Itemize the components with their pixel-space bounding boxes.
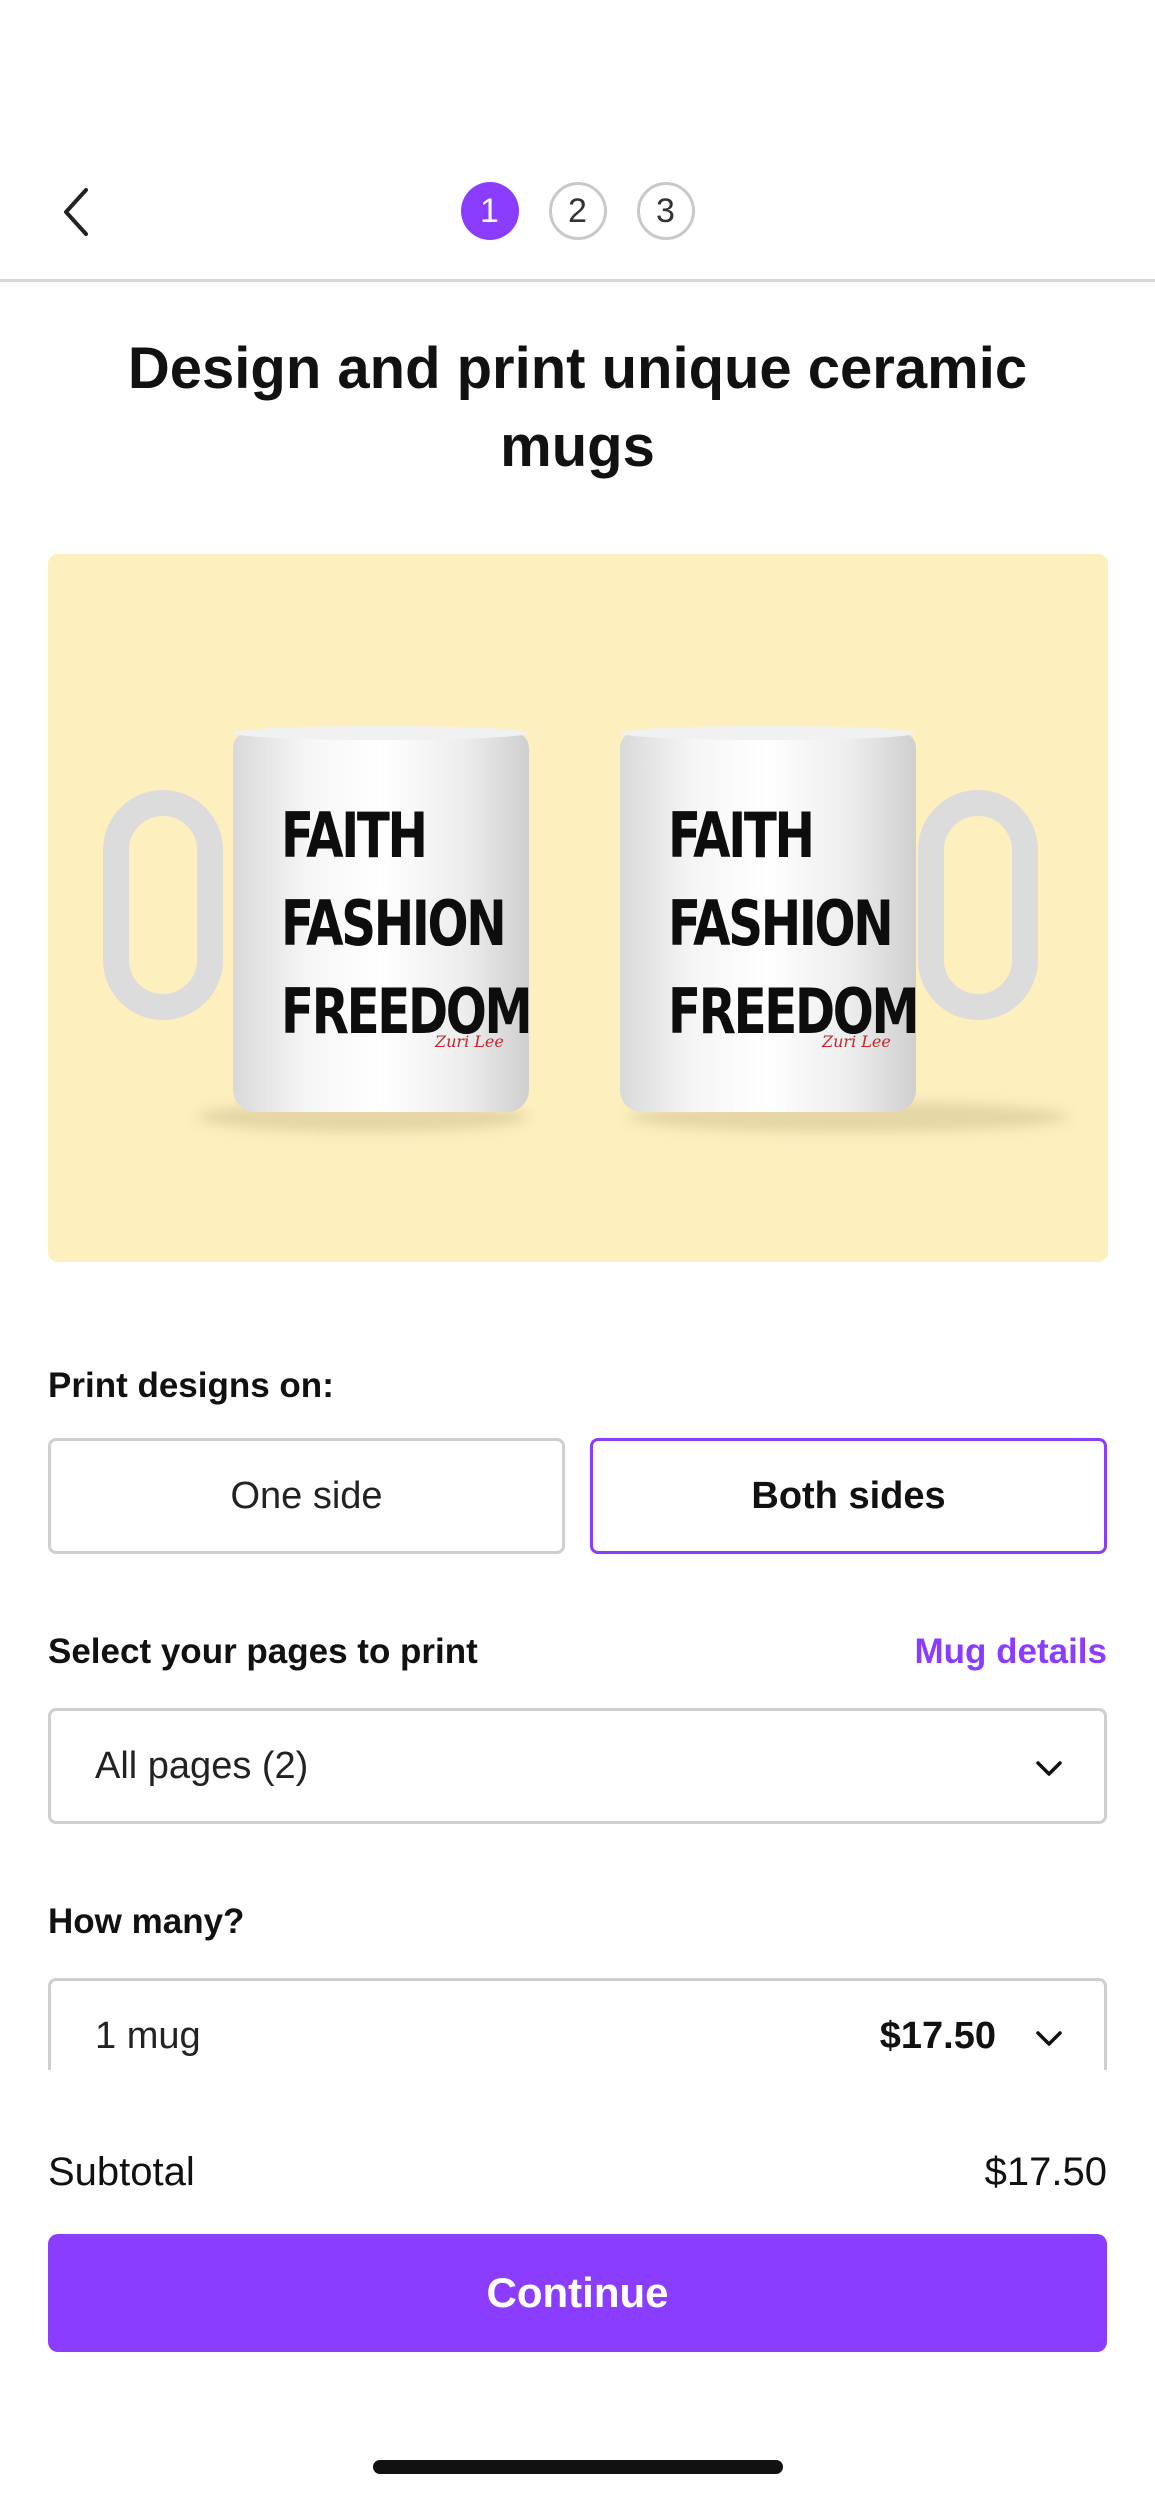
- home-indicator[interactable]: [373, 2460, 783, 2474]
- mug-text-line: FAITH: [281, 799, 428, 872]
- mug-text-line: FASHION: [668, 887, 894, 960]
- mug-print-text: FAITH FASHION FREEDOM: [668, 792, 920, 1056]
- chevron-down-icon: [1036, 2031, 1062, 2046]
- mug-print-text: FAITH FASHION FREEDOM: [281, 792, 533, 1056]
- step-indicator: 1 2 3: [0, 182, 1155, 240]
- mug-handle-left: [103, 790, 223, 1020]
- both-sides-option[interactable]: Both sides: [590, 1438, 1107, 1554]
- step-2[interactable]: 2: [548, 182, 607, 240]
- mug-rim: [233, 726, 529, 740]
- both-sides-label: Both sides: [751, 1474, 946, 1517]
- step-3[interactable]: 3: [636, 182, 695, 240]
- one-side-option[interactable]: One side: [48, 1438, 565, 1554]
- mug-right: FAITH FASHION FREEDOM Zuri Lee: [620, 726, 920, 1112]
- step-1[interactable]: 1: [460, 182, 519, 240]
- chevron-down-icon: [1036, 1761, 1062, 1776]
- continue-button[interactable]: Continue: [48, 2234, 1107, 2352]
- pages-select-value: All pages (2): [95, 1745, 309, 1787]
- subtotal-label: Subtotal: [48, 2150, 195, 2194]
- header: 1 2 3: [0, 160, 1155, 280]
- mug-text-line: FAITH: [668, 799, 815, 872]
- one-side-label: One side: [230, 1474, 383, 1517]
- mug-handle-right: [918, 790, 1038, 1020]
- print-sides-label: Print designs on:: [48, 1366, 334, 1405]
- mug-details-link[interactable]: Mug details: [914, 1632, 1107, 1672]
- mug-rim: [620, 726, 916, 740]
- mug-signature: Zuri Lee: [822, 1032, 891, 1051]
- subtotal-value: $17.50: [984, 2150, 1107, 2194]
- product-image: FAITH FASHION FREEDOM Zuri Lee FAITH FAS…: [48, 554, 1108, 1262]
- mug-text-line: FASHION: [281, 887, 507, 960]
- quantity-label: How many?: [48, 1902, 245, 1941]
- mug-left: FAITH FASHION FREEDOM Zuri Lee: [233, 726, 533, 1112]
- pages-label: Select your pages to print: [48, 1632, 478, 1671]
- continue-label: Continue: [486, 2269, 669, 2316]
- pages-select[interactable]: All pages (2): [48, 1708, 1107, 1824]
- header-divider: [0, 279, 1155, 282]
- page-title: Design and print unique ceramic mugs: [127, 336, 1028, 479]
- mug-signature: Zuri Lee: [435, 1032, 504, 1051]
